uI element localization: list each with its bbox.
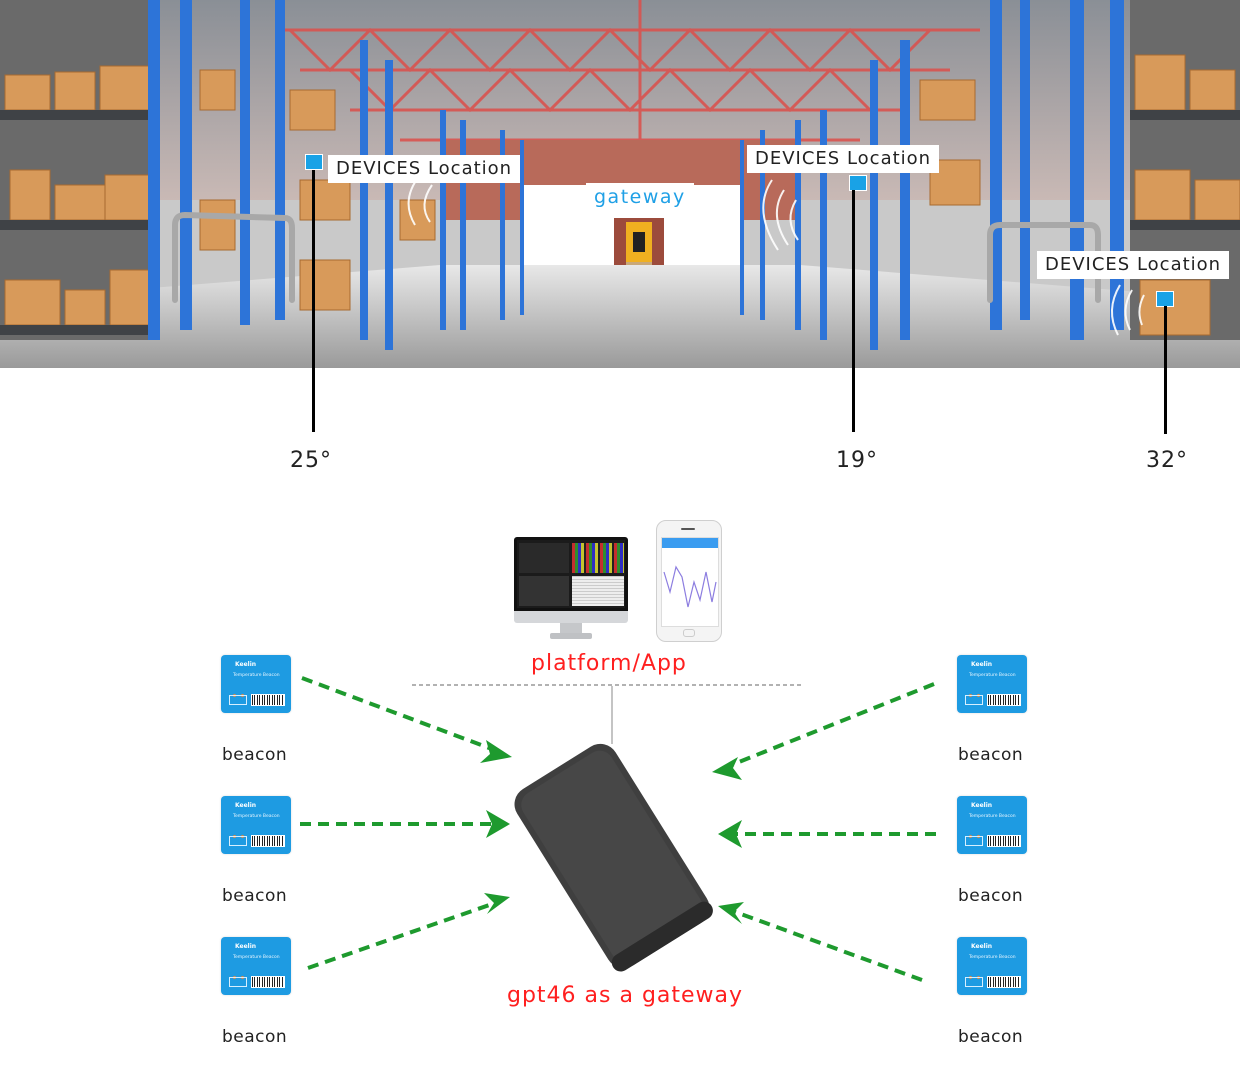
beacon-brand: Keelin — [235, 943, 257, 950]
beacon-brand: Keelin — [235, 802, 257, 809]
temperature-beacon-icon: Keelin Temperature Beacon — [957, 937, 1027, 995]
arrowhead-icon — [712, 757, 742, 780]
beacon-model: Temperature Beacon — [233, 955, 280, 960]
beacon-model: Temperature Beacon — [969, 673, 1016, 678]
arrowhead-icon — [718, 820, 742, 848]
temperature-beacon-icon: Keelin Temperature Beacon — [957, 796, 1027, 854]
beacon-brand: Keelin — [971, 943, 993, 950]
beacon-model: Temperature Beacon — [969, 955, 1016, 960]
beacon-label: beacon — [958, 745, 1024, 765]
beacon-brand: Keelin — [235, 661, 257, 668]
beacon-model: Temperature Beacon — [233, 673, 280, 678]
beacon-model: Temperature Beacon — [233, 814, 280, 819]
temperature-beacon-icon: Keelin Temperature Beacon — [957, 655, 1027, 713]
arrow-right-3 — [729, 908, 923, 982]
arrowhead-icon — [718, 902, 744, 924]
arrow-right-1 — [723, 682, 935, 770]
gateway-device-label: gpt46 as a gateway — [507, 983, 744, 1008]
temperature-beacon-icon: Keelin Temperature Beacon — [221, 937, 291, 995]
gpt46-gateway-device — [514, 743, 713, 972]
beacon-model: Temperature Beacon — [969, 814, 1016, 819]
arrow-left-1 — [301, 676, 501, 754]
arrow-left-3 — [307, 900, 499, 970]
beacon-brand: Keelin — [971, 661, 993, 668]
beacon-label: beacon — [222, 886, 288, 906]
temperature-beacon-icon: Keelin Temperature Beacon — [221, 655, 291, 713]
beacon-label: beacon — [958, 886, 1024, 906]
beacon-label: beacon — [222, 745, 288, 765]
connection-diagram — [300, 676, 936, 982]
arrowhead-icon — [480, 740, 512, 763]
beacon-label: beacon — [958, 1027, 1024, 1047]
temperature-beacon-icon: Keelin Temperature Beacon — [221, 796, 291, 854]
arrowhead-icon — [484, 893, 510, 914]
beacon-label: beacon — [222, 1027, 288, 1047]
beacon-brand: Keelin — [971, 802, 993, 809]
